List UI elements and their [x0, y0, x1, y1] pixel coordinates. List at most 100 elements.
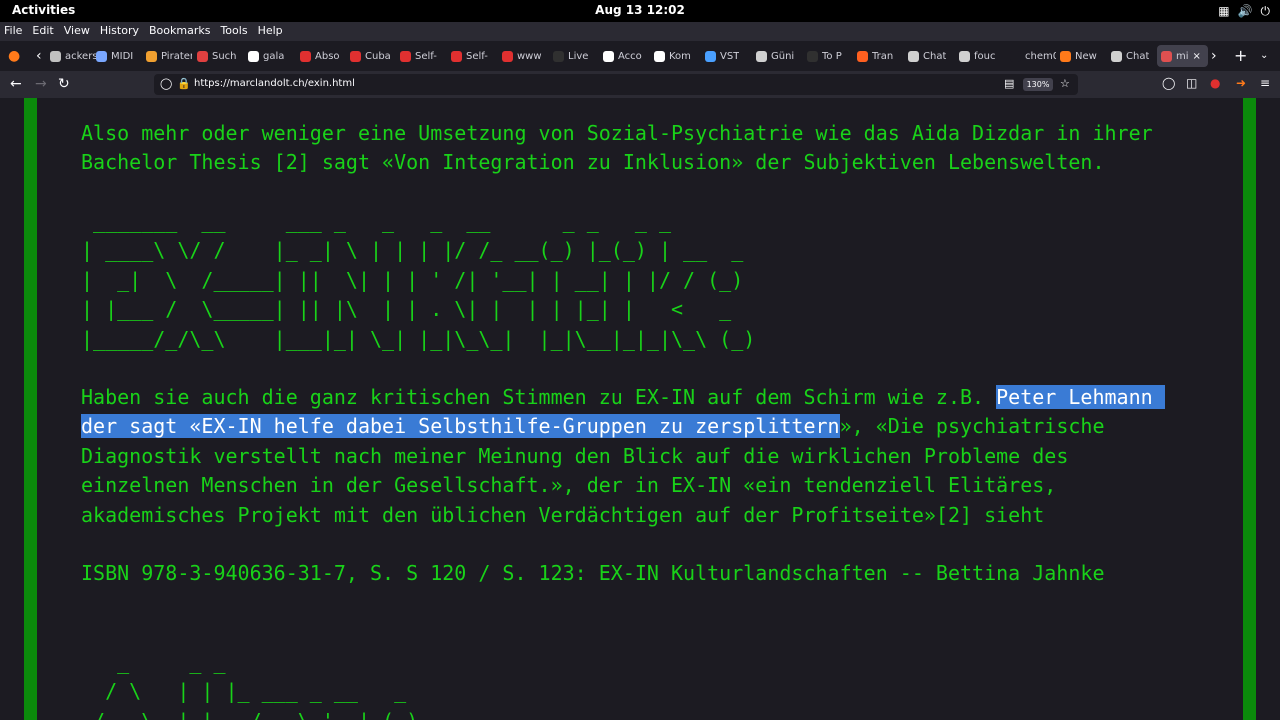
tab-label: Self-	[466, 50, 488, 62]
tab[interactable]: To P	[807, 45, 853, 67]
tab-list-icon[interactable]: ⌄	[1260, 50, 1268, 61]
tab[interactable]: Tran	[857, 45, 903, 67]
tab-favicon-icon	[197, 50, 208, 62]
tab-favicon-icon	[1111, 50, 1122, 62]
tab-favicon-icon	[1010, 50, 1021, 62]
clock[interactable]: Aug 13 12:02	[0, 3, 1280, 17]
menu-history[interactable]: History	[95, 22, 144, 41]
tab[interactable]: VST	[705, 45, 751, 67]
page-content: Also mehr oder weniger eine Umsetzung vo…	[0, 98, 1280, 720]
tab[interactable]: www	[502, 45, 548, 67]
tab-favicon-icon	[1060, 50, 1071, 62]
addon-icon[interactable]: ➜	[1236, 76, 1246, 90]
tab[interactable]: Live	[553, 45, 599, 67]
app-menu-icon[interactable]: ≡	[1260, 76, 1270, 90]
tab-label: mi	[1176, 50, 1189, 62]
menu-file[interactable]: File	[0, 22, 27, 41]
shield-icon[interactable]: ◯	[160, 77, 172, 90]
text-line: Diagnostik verstellt nach meiner Meinung…	[81, 443, 1069, 468]
tab-favicon-icon	[603, 50, 614, 62]
tab[interactable]: Self-	[451, 45, 497, 67]
tab-label: www	[517, 50, 542, 62]
tab-active[interactable]: mi ×	[1157, 45, 1208, 67]
tab-favicon-icon	[1161, 50, 1172, 62]
tab-favicon-icon	[96, 50, 107, 62]
tab[interactable]: fouc	[959, 45, 1005, 67]
tab-favicon-icon	[857, 50, 868, 62]
paragraph-critique: Haben sie auch die ganz kritischen Stimm…	[81, 383, 1165, 530]
tab-label: Kom	[669, 50, 691, 62]
tab[interactable]: Chat	[908, 45, 954, 67]
volume-icon[interactable]: 🔊	[1238, 3, 1253, 19]
ascii-art-exin-kritik: _______ __ ___ _ _ _ __ _ _ _ _ | ____\ …	[81, 209, 756, 351]
scroll-tabs-right-icon[interactable]: ›	[1211, 48, 1217, 64]
system-tray[interactable]: ▦ 🔊 ⏻	[1218, 3, 1270, 19]
tab-favicon-icon	[400, 50, 411, 62]
tab-favicon-icon	[248, 50, 259, 62]
tab-label: Such	[212, 50, 237, 62]
menu-tools[interactable]: Tools	[215, 22, 252, 41]
tab[interactable]: MIDI	[96, 45, 142, 67]
tab-label: Acco	[618, 50, 642, 62]
menu-edit[interactable]: Edit	[27, 22, 58, 41]
tab-favicon-icon	[654, 50, 665, 62]
pocket-icon[interactable]: ◯	[1162, 76, 1175, 90]
tab-favicon-icon	[146, 50, 157, 62]
tab-label: gala	[263, 50, 285, 62]
selected-text: Peter Lehmann	[996, 385, 1165, 409]
tab[interactable]: Güni	[756, 45, 802, 67]
power-icon[interactable]: ⏻	[1261, 3, 1271, 19]
menu-view[interactable]: View	[59, 22, 95, 41]
tab[interactable]: Chat	[1111, 45, 1157, 67]
navigation-bar: ← → ↻ ◯ 🔒 https://marclandolt.ch/exin.ht…	[0, 71, 1280, 98]
tab-favicon-icon	[807, 50, 818, 62]
tab-favicon-icon	[553, 50, 564, 62]
tab-favicon-icon	[50, 50, 61, 62]
tab-label: To P	[822, 50, 842, 62]
tab-label: MIDI	[111, 50, 134, 62]
extensions-icon[interactable]: ◫	[1186, 76, 1197, 90]
left-border	[24, 98, 37, 720]
tab[interactable]: Acco	[603, 45, 649, 67]
tab-label: fouc	[974, 50, 996, 62]
menu-bookmarks[interactable]: Bookmarks	[144, 22, 215, 41]
tab-label: ackers	[65, 50, 96, 62]
tab[interactable]: gala	[248, 45, 294, 67]
ublock-icon[interactable]: ●	[1210, 76, 1220, 90]
tab[interactable]: Kom	[654, 45, 700, 67]
tab[interactable]: Abso	[300, 45, 346, 67]
tab[interactable]: New	[1060, 45, 1106, 67]
forward-icon[interactable]: →	[35, 76, 47, 92]
tab[interactable]: chem02	[1010, 45, 1056, 67]
tab-favicon-icon	[451, 50, 462, 62]
menu-help[interactable]: Help	[253, 22, 288, 41]
tab-label: Abso	[315, 50, 340, 62]
tab-label: Live	[568, 50, 589, 62]
paragraph-intro: Also mehr oder weniger eine Umsetzung vo…	[81, 119, 1153, 178]
tab-label: Piratenp	[161, 50, 192, 62]
close-tab-icon[interactable]: ×	[1193, 51, 1201, 62]
scroll-tabs-left-icon[interactable]: ‹	[36, 48, 42, 64]
tab[interactable]: Self-	[400, 45, 446, 67]
zoom-level[interactable]: 130%	[1023, 78, 1053, 91]
reader-view-icon[interactable]: ▤	[1004, 77, 1014, 90]
tab-favicon-icon	[705, 50, 716, 62]
lock-icon[interactable]: 🔒	[177, 77, 191, 90]
reload-icon[interactable]: ↻	[58, 76, 70, 92]
network-icon[interactable]: ▦	[1218, 3, 1229, 19]
firefox-view-icon[interactable]: ●	[8, 48, 20, 64]
system-top-bar: Activities Aug 13 12:02 ▦ 🔊 ⏻	[0, 0, 1280, 22]
tab[interactable]: Cuba	[350, 45, 396, 67]
tab[interactable]: Such	[197, 45, 243, 67]
text-line: akademisches Projekt mit den üblichen Ve…	[81, 502, 1045, 527]
tab[interactable]: Piratenp	[146, 45, 192, 67]
url-bar[interactable]: ◯ 🔒 https://marclandolt.ch/exin.html ▤ 1…	[154, 74, 1078, 95]
url-text[interactable]: https://marclandolt.ch/exin.html	[194, 78, 355, 89]
tab-favicon-icon	[350, 50, 361, 62]
bookmark-star-icon[interactable]: ☆	[1060, 77, 1070, 90]
tab-strip: ● ‹ ackers MIDI Piratenp Such gala Abso Cuba Se…	[0, 41, 1280, 71]
tab[interactable]: ackers	[50, 45, 96, 67]
back-icon[interactable]: ←	[10, 76, 22, 92]
new-tab-icon[interactable]: +	[1234, 46, 1247, 65]
tab-favicon-icon	[908, 50, 919, 62]
